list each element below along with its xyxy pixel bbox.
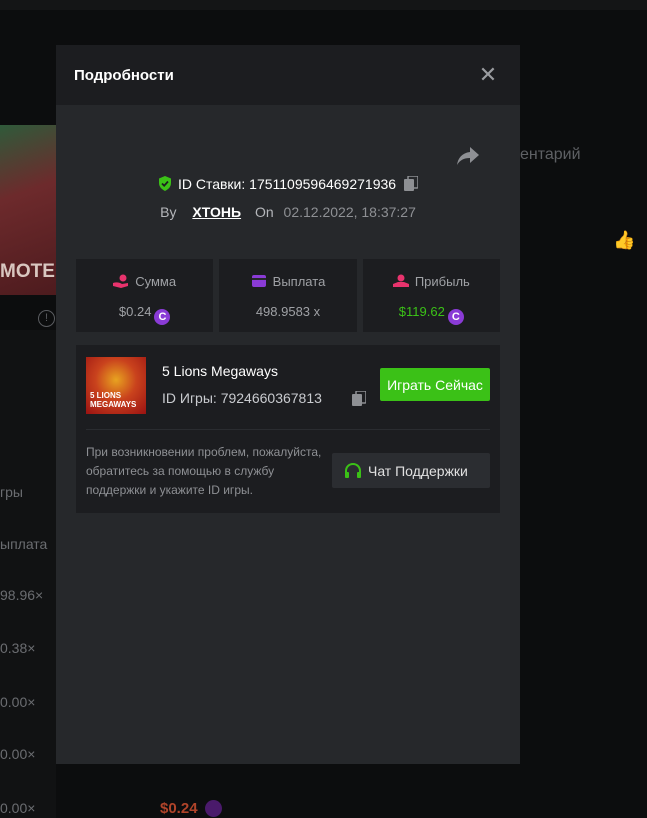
copy-icon[interactable] <box>404 176 419 191</box>
info-icon: ! <box>38 310 55 327</box>
stat-amount: Сумма $0.24 C <box>76 259 214 332</box>
share-icon[interactable] <box>456 145 480 167</box>
game-id: ID Игры: 7924660367813 <box>162 390 322 406</box>
modal-header: Подробности ✕ <box>56 45 520 105</box>
support-help-text: При возникновении проблем, пожалуйста, о… <box>86 445 322 497</box>
shield-check-icon <box>158 176 171 191</box>
game-id-value: 7924660367813 <box>220 390 322 406</box>
background-topbar <box>0 0 647 10</box>
background-label: ыплата <box>0 536 48 552</box>
wallet-icon <box>251 275 266 287</box>
support-chat-label: Чат Поддержки <box>368 462 468 479</box>
copy-icon[interactable] <box>352 391 366 406</box>
background-game-banner-text: MOTEL <box>0 261 56 282</box>
game-name: 5 Lions Megaways <box>162 363 278 379</box>
background-label: 0.38× <box>0 640 36 656</box>
background-label: гры <box>0 484 23 500</box>
game-thumbnail[interactable]: 5 LIONS MEGAWAYS <box>86 357 146 414</box>
play-now-button[interactable]: Играть Сейчас <box>380 368 490 401</box>
background-amount: $0.24 <box>160 800 198 817</box>
stat-payout: Выплата 498.9583 x <box>219 259 357 332</box>
support-chat-button[interactable]: Чат Поддержки <box>332 453 490 488</box>
bet-id-line: ID Ставки: 1751109596469271936 <box>56 176 520 192</box>
stat-amount-value: $0.24 <box>118 304 152 319</box>
headset-icon <box>345 462 361 478</box>
stat-payout-label: Выплата <box>272 274 326 289</box>
game-thumbnail-text: 5 LIONS MEGAWAYS <box>90 391 137 409</box>
background-label: 0.00× <box>0 694 36 710</box>
stat-profit-label: Прибыль <box>414 274 470 289</box>
stat-profit: Прибыль $119.62 C <box>362 259 500 332</box>
thumbs-up-icon: 👍 <box>613 230 636 250</box>
bet-id-value: 1751109596469271936 <box>249 176 397 192</box>
divider <box>86 429 490 430</box>
background-label: 0.00× <box>0 746 36 762</box>
coin-icon <box>205 800 222 817</box>
stat-amount-label: Сумма <box>135 274 177 289</box>
bet-date: 02.12.2022, 18:37:27 <box>283 204 416 220</box>
bet-details-modal: Подробности ✕ ID Ставки: 175110959646927… <box>56 45 520 764</box>
game-id-label: ID Игры: <box>162 390 217 406</box>
background-label: 98.96× <box>0 587 44 603</box>
game-card: 5 LIONS MEGAWAYS 5 Lions Megaways ID Игр… <box>76 345 500 513</box>
bet-author-line: By XTOHЬ On 02.12.2022, 18:37:27 <box>56 204 520 220</box>
by-label: By <box>160 204 177 220</box>
bet-stats: Сумма $0.24C Выплата 498.9583 x Прибыль <box>76 259 500 332</box>
modal-title: Подробности <box>74 67 174 84</box>
close-icon[interactable]: ✕ <box>476 63 500 87</box>
background-label: 0.00× <box>0 800 36 816</box>
profit-hand-icon <box>392 274 409 287</box>
coin-icon: C <box>447 309 464 325</box>
background-game-banner: MOTEL <box>0 125 56 295</box>
stat-payout-value: 498.9583 x <box>255 304 321 319</box>
bet-id-label: ID Ставки: <box>177 176 246 192</box>
on-label: On <box>254 204 274 220</box>
background-table <box>0 330 56 818</box>
background-tab-comments: ентарий <box>520 146 581 163</box>
coins-hand-icon <box>113 274 129 288</box>
username-link[interactable]: XTOHЬ <box>192 204 241 220</box>
coin-icon: C <box>154 309 171 325</box>
stat-profit-value: $119.62 <box>398 304 445 319</box>
